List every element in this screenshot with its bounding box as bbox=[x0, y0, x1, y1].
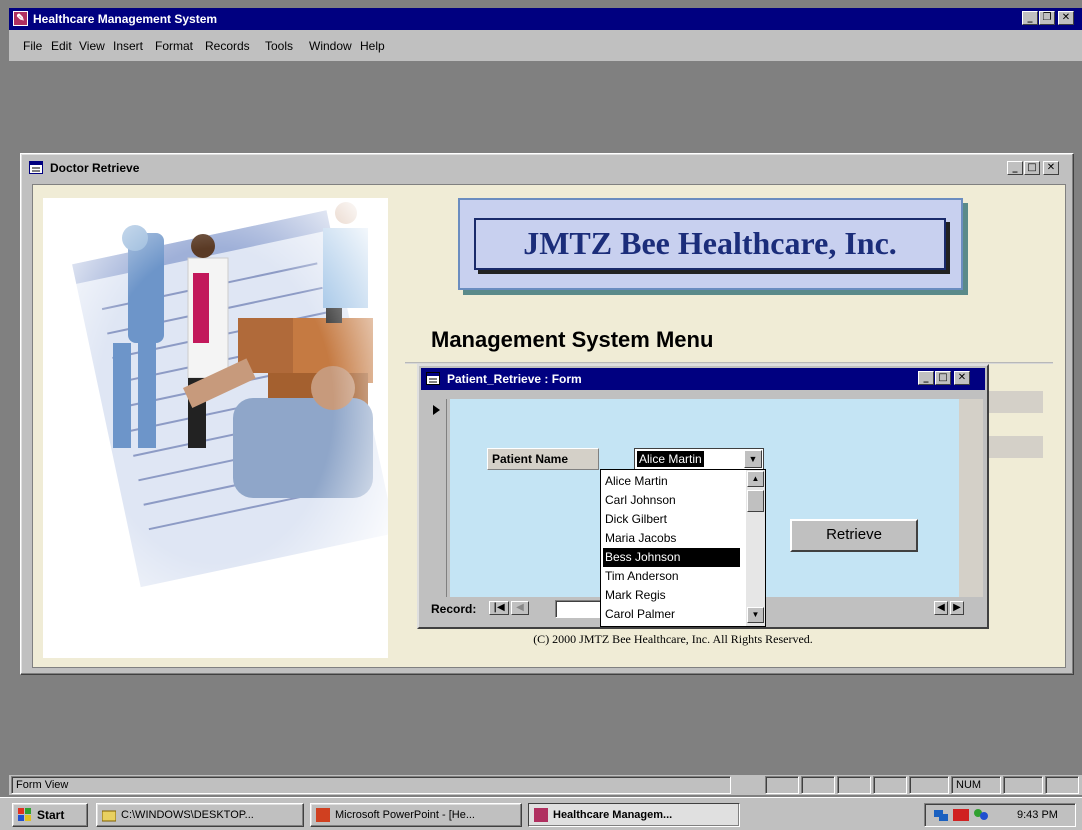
app-title: Healthcare Management System bbox=[33, 12, 218, 26]
form-close-button[interactable]: ✕ bbox=[954, 371, 970, 385]
status-cell bbox=[909, 776, 949, 794]
dropdown-option[interactable]: Alice Martin bbox=[603, 472, 740, 491]
current-record-arrow-icon bbox=[433, 405, 440, 415]
status-bar: Form View NUM bbox=[9, 775, 1082, 795]
app-restore-button[interactable]: ❐ bbox=[1039, 11, 1055, 25]
app-minimize-button[interactable]: _ bbox=[1022, 11, 1038, 25]
scroll-right-icon[interactable]: ▶ bbox=[950, 601, 964, 615]
dropdown-option[interactable]: Carol Palmer bbox=[603, 605, 740, 624]
status-cell bbox=[1045, 776, 1079, 794]
status-cell bbox=[837, 776, 871, 794]
taskbar: Start C:\WINDOWS\DESKTOP... Microsoft Po… bbox=[0, 797, 1082, 830]
healthcare-staff-photo bbox=[43, 198, 388, 658]
folder-icon bbox=[102, 810, 116, 822]
record-label: Record: bbox=[431, 602, 477, 616]
form-icon bbox=[426, 372, 440, 385]
patient-name-combobox[interactable]: Alice Martin ▼ bbox=[634, 448, 764, 470]
task-label: C:\WINDOWS\DESKTOP... bbox=[121, 809, 254, 821]
status-text: Form View bbox=[11, 776, 731, 794]
taskbar-desktop-folder[interactable]: C:\WINDOWS\DESKTOP... bbox=[96, 803, 304, 827]
scroll-left-icon[interactable]: ◀ bbox=[934, 601, 948, 615]
dropdown-option-highlighted[interactable]: Bess Johnson bbox=[603, 548, 740, 567]
menu-help[interactable]: Help bbox=[360, 39, 385, 53]
menu-button-2[interactable] bbox=[989, 436, 1043, 458]
page-heading: Management System Menu bbox=[431, 327, 714, 352]
app-close-button[interactable]: ✕ bbox=[1058, 11, 1074, 25]
retrieve-button[interactable]: Retrieve bbox=[790, 519, 918, 552]
patient-name-label: Patient Name bbox=[487, 448, 599, 470]
taskbar-healthcare-app[interactable]: Healthcare Managem... bbox=[528, 803, 740, 827]
patient-name-value: Alice Martin bbox=[637, 451, 704, 467]
menubar: File Edit View Insert Format Records Too… bbox=[9, 30, 1082, 62]
patient-name-dropdown[interactable]: Alice Martin Carl Johnson Dick Gilbert M… bbox=[600, 469, 766, 627]
windows-logo-icon bbox=[18, 808, 31, 821]
company-logo-text: JMTZ Bee Healthcare, Inc. bbox=[523, 225, 897, 261]
form-maximize-button[interactable]: □ bbox=[935, 371, 951, 385]
menu-window[interactable]: Window bbox=[309, 39, 352, 53]
logo-panel: JMTZ Bee Healthcare, Inc. bbox=[458, 198, 963, 290]
antivirus-icon[interactable] bbox=[953, 808, 969, 822]
dropdown-option[interactable]: Carl Johnson bbox=[603, 491, 740, 510]
task-label: Healthcare Managem... bbox=[553, 809, 673, 821]
menu-format[interactable]: Format bbox=[155, 39, 193, 53]
menu-insert[interactable]: Insert bbox=[113, 39, 143, 53]
dropdown-option[interactable]: Mark Regis bbox=[603, 586, 740, 605]
network-icon[interactable] bbox=[933, 808, 949, 822]
dropdown-option[interactable]: Dick Gilbert bbox=[603, 510, 740, 529]
scroll-up-icon[interactable]: ▲ bbox=[747, 471, 764, 487]
start-button[interactable]: Start bbox=[12, 803, 88, 827]
taskbar-powerpoint[interactable]: Microsoft PowerPoint - [He... bbox=[310, 803, 522, 827]
menu-edit[interactable]: Edit bbox=[51, 39, 72, 53]
menu-button-1[interactable] bbox=[989, 391, 1043, 413]
first-record-icon[interactable]: |◀ bbox=[489, 601, 509, 615]
powerpoint-icon bbox=[316, 808, 330, 822]
menu-records[interactable]: Records bbox=[205, 39, 250, 53]
start-label: Start bbox=[37, 808, 65, 822]
form-vertical-scrollbar[interactable] bbox=[959, 399, 983, 597]
clock[interactable]: 9:43 PM bbox=[1017, 809, 1058, 821]
doc-close-button[interactable]: ✕ bbox=[1043, 161, 1059, 175]
status-cell bbox=[801, 776, 835, 794]
doc-maximize-button[interactable]: □ bbox=[1024, 161, 1040, 175]
app-titlebar[interactable]: ✎ Healthcare Management System _ ❐ ✕ bbox=[9, 8, 1082, 30]
chevron-down-icon[interactable]: ▼ bbox=[744, 450, 762, 468]
patient-retrieve-title: Patient_Retrieve : Form bbox=[447, 372, 582, 386]
doctor-retrieve-title: Doctor Retrieve bbox=[50, 161, 140, 175]
task-label: Microsoft PowerPoint - [He... bbox=[335, 809, 475, 821]
record-selector[interactable] bbox=[427, 399, 447, 597]
patient-retrieve-titlebar[interactable]: Patient_Retrieve : Form _ □ ✕ bbox=[421, 368, 985, 390]
system-tray: 9:43 PM bbox=[924, 803, 1076, 827]
status-cell bbox=[1003, 776, 1043, 794]
logo-frame: JMTZ Bee Healthcare, Inc. bbox=[474, 218, 946, 270]
num-lock-indicator: NUM bbox=[951, 776, 1001, 794]
dropdown-scrollbar[interactable]: ▲ ▼ bbox=[746, 470, 765, 626]
doctor-retrieve-titlebar[interactable]: Doctor Retrieve _ □ ✕ bbox=[24, 157, 1070, 179]
users-icon[interactable] bbox=[973, 808, 989, 822]
menu-tools[interactable]: Tools bbox=[265, 39, 293, 53]
menu-view[interactable]: View bbox=[79, 39, 105, 53]
form-icon bbox=[29, 161, 43, 174]
access-icon bbox=[534, 808, 548, 822]
scroll-thumb[interactable] bbox=[747, 490, 764, 512]
copyright-text: (C) 2000 JMTZ Bee Healthcare, Inc. All R… bbox=[533, 632, 813, 646]
doc-minimize-button[interactable]: _ bbox=[1007, 161, 1023, 175]
scroll-down-icon[interactable]: ▼ bbox=[747, 607, 764, 623]
form-minimize-button[interactable]: _ bbox=[918, 371, 934, 385]
dropdown-option[interactable]: Maria Jacobs bbox=[603, 529, 740, 548]
menu-file[interactable]: File bbox=[23, 39, 42, 53]
dropdown-option[interactable]: Tim Anderson bbox=[603, 567, 740, 586]
previous-record-icon[interactable]: ◀ bbox=[511, 601, 529, 615]
status-cell bbox=[765, 776, 799, 794]
status-cell bbox=[873, 776, 907, 794]
access-app-icon: ✎ bbox=[13, 11, 28, 26]
